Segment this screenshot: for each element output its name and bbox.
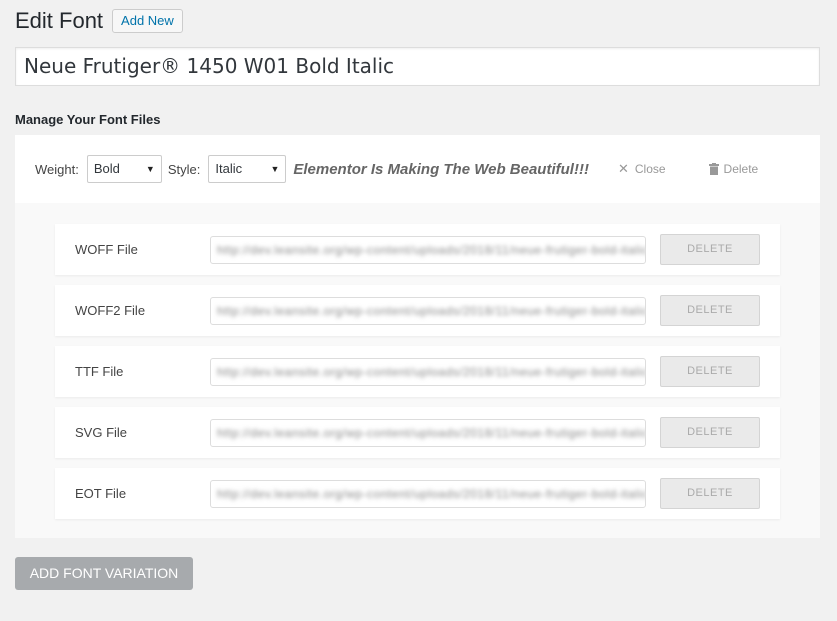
trash-icon	[708, 163, 719, 175]
file-row-svg: SVG File http://dev.leansite.org/wp-cont…	[55, 407, 780, 458]
file-label: SVG File	[75, 425, 128, 440]
file-delete-button[interactable]: DELETE	[660, 295, 760, 326]
close-button[interactable]: ✕ Close	[618, 161, 666, 177]
file-url-text: http://dev.leansite.org/wp-content/uploa…	[217, 487, 646, 501]
page-title: Edit Font	[15, 8, 104, 33]
file-url-input[interactable]: http://dev.leansite.org/wp-content/uploa…	[210, 419, 646, 447]
style-value: Italic	[215, 161, 243, 176]
file-url-input[interactable]: http://dev.leansite.org/wp-content/uploa…	[210, 236, 646, 264]
file-url-text: http://dev.leansite.org/wp-content/uploa…	[217, 365, 646, 379]
add-new-button[interactable]: Add New	[112, 9, 183, 33]
variation-header: Weight: Bold ▼ Style: Italic ▼ Elementor…	[15, 135, 820, 203]
file-label: TTF File	[75, 364, 124, 379]
file-delete-button[interactable]: DELETE	[660, 234, 760, 265]
style-label: Style:	[167, 161, 201, 177]
file-url-input[interactable]: http://dev.leansite.org/wp-content/uploa…	[210, 480, 646, 508]
file-label: WOFF File	[75, 242, 138, 257]
file-row-woff2: WOFF2 File http://dev.leansite.org/wp-co…	[55, 285, 780, 336]
file-row-eot: EOT File http://dev.leansite.org/wp-cont…	[55, 468, 780, 519]
weight-select[interactable]: Bold ▼	[86, 155, 162, 183]
add-font-variation-button[interactable]: ADD FONT VARIATION	[15, 557, 193, 590]
weight-value: Bold	[93, 161, 120, 176]
file-url-input[interactable]: http://dev.leansite.org/wp-content/uploa…	[210, 358, 646, 386]
file-url-text: http://dev.leansite.org/wp-content/uploa…	[217, 426, 646, 440]
delete-variation-button[interactable]: Delete	[708, 162, 759, 176]
page-header: Edit Font Add New	[15, 7, 183, 35]
file-delete-button[interactable]: DELETE	[660, 417, 760, 448]
weight-label: Weight:	[35, 161, 79, 177]
font-name-input[interactable]: Neue Frutiger® 1450 W01 Bold Italic	[15, 47, 820, 86]
file-label: WOFF2 File	[75, 303, 146, 318]
file-delete-button[interactable]: DELETE	[660, 356, 760, 387]
section-label: Manage Your Font Files	[15, 112, 161, 127]
close-label: Close	[634, 162, 666, 176]
style-select[interactable]: Italic ▼	[208, 155, 287, 183]
file-row-woff: WOFF File http://dev.leansite.org/wp-con…	[55, 224, 780, 275]
file-url-text: http://dev.leansite.org/wp-content/uploa…	[217, 304, 646, 318]
chevron-down-icon: ▼	[145, 164, 155, 174]
file-label: EOT File	[75, 486, 127, 501]
file-url-input[interactable]: http://dev.leansite.org/wp-content/uploa…	[210, 297, 646, 325]
file-row-ttf: TTF File http://dev.leansite.org/wp-cont…	[55, 346, 780, 397]
delete-label: Delete	[723, 162, 759, 176]
font-variation: Weight: Bold ▼ Style: Italic ▼ Elementor…	[15, 135, 820, 538]
file-delete-button[interactable]: DELETE	[660, 478, 760, 509]
font-preview: Elementor Is Making The Web Beautiful!!!	[293, 160, 589, 178]
file-url-text: http://dev.leansite.org/wp-content/uploa…	[217, 243, 646, 257]
chevron-down-icon: ▼	[270, 164, 280, 174]
close-icon: ✕	[617, 161, 629, 176]
